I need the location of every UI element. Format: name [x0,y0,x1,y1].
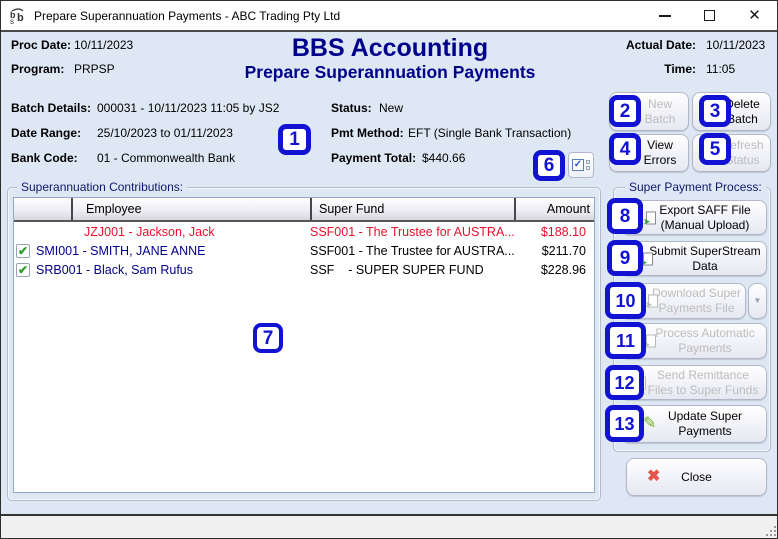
window-title: Prepare Superannuation Payments - ABC Tr… [34,8,341,23]
column-header-employee[interactable]: Employee [71,198,310,220]
annotation-badge-8: 8 [607,198,643,234]
time-value: 11:05 [706,62,736,76]
app-logo-icon: b s b [10,7,24,25]
time-label: Time: [664,62,696,76]
toggle-all-contributions-button[interactable]: ✓ [568,152,594,178]
amount-cell: $188.10 [540,224,586,239]
column-header-select[interactable] [14,198,71,220]
payment-total-value: $440.66 [422,151,466,165]
bank-code-label: Bank Code: [11,151,78,165]
maximize-button[interactable] [687,1,732,30]
annotation-badge-5: 5 [699,133,731,165]
program-value: PRPSP [74,62,115,76]
row-checkbox[interactable]: ✔ [16,262,30,277]
process-group-label: Super Payment Process: [625,180,766,194]
table-row[interactable]: ✔ SMI001 - SMITH, JANE ANNE SSF001 - The… [14,241,594,260]
table-row[interactable]: JZJ001 - Jackson, Jack SSF001 - The Trus… [14,222,594,241]
annotation-badge-12: 12 [605,365,644,400]
status-value: New [379,101,404,115]
row-checkbox[interactable]: ✔ [16,243,30,258]
download-file-icon: ➤ [645,294,658,309]
annotation-badge-10: 10 [605,282,646,319]
employee-cell: SRB001 - Black, Sam Rufus [36,262,194,277]
proc-date-label: Proc Date: [11,38,72,52]
amount-cell: $211.70 [541,243,586,258]
checkbox-icon: ✓ [572,159,584,171]
maximize-icon [704,10,715,21]
resize-grip[interactable] [766,526,776,536]
batch-details-value: 000031 - 10/11/2023 11:05 by JS2 [97,101,280,115]
submit-data-icon: ➤ [640,252,653,267]
process-payments-icon: ➤ [643,334,656,349]
annotation-badge-2: 2 [609,95,641,127]
chevron-down-icon: ▼ [753,296,762,305]
minimize-icon [658,14,671,17]
actual-date-value: 10/11/2023 [706,38,766,52]
download-options-dropdown-button[interactable]: ▼ [748,283,767,319]
bank-code-value: 01 - Commonwealth Bank [97,151,236,165]
pmt-method-label: Pmt Method: [331,126,404,140]
table-row[interactable]: ✔ SRB001 - Black, Sam Rufus SSF - SUPER … [14,260,594,279]
amount-cell: $228.96 [540,262,586,277]
annotation-badge-6: 6 [533,150,565,181]
annotation-badge-9: 9 [607,240,643,276]
super-fund-cell: SSF001 - The Trustee for AUSTRA... [310,243,515,258]
list-dots-icon [586,159,590,171]
grid-header: Employee Super Fund Amount [14,198,594,222]
super-fund-cell: SSF - SUPER SUPER FUND [310,262,484,277]
proc-date-value: 10/11/2023 [74,38,134,52]
close-button[interactable]: ✖ Close [626,458,767,496]
pmt-method-value: EFT (Single Bank Transaction) [408,126,572,140]
payment-total-label: Payment Total: [331,151,417,165]
annotation-badge-3: 3 [699,95,731,127]
app-window: b s b Prepare Superannuation Payments - … [0,0,778,539]
close-window-button[interactable]: ✕ [732,1,777,30]
contributions-group-label: Superannuation Contributions: [17,180,188,194]
svg-text:b: b [17,12,24,24]
batch-details-label: Batch Details: [11,101,92,115]
date-range-label: Date Range: [11,126,82,140]
minimize-button[interactable] [642,1,687,30]
annotation-badge-4: 4 [609,133,641,165]
program-label: Program: [11,62,65,76]
super-fund-cell: SSF001 - The Trustee for AUSTRA... [310,224,515,239]
annotation-badge-1: 1 [278,124,311,155]
employee-cell: SMI001 - SMITH, JANE ANNE [36,243,206,258]
actual-date-label: Actual Date: [625,38,696,52]
annotation-badge-13: 13 [605,405,644,442]
close-x-icon: ✖ [647,468,661,485]
column-header-amount[interactable]: Amount [514,198,594,220]
employee-cell: JZJ001 - Jackson, Jack [84,224,215,239]
date-range-value: 25/10/2023 to 01/11/2023 [97,126,233,140]
annotation-badge-7: 7 [253,323,283,353]
title-bar: b s b Prepare Superannuation Payments - … [1,1,777,32]
annotation-badge-11: 11 [605,322,646,359]
close-icon: ✕ [748,7,761,24]
pencil-icon: ✎ [643,415,657,432]
contributions-grid: Employee Super Fund Amount JZJ001 - Jack… [13,197,595,493]
screen-title: Prepare Superannuation Payments [244,62,536,82]
status-label: Status: [331,101,372,115]
app-title: BBS Accounting [291,34,489,62]
column-header-super-fund[interactable]: Super Fund [310,198,514,220]
status-bar [1,514,777,538]
svg-text:s: s [10,17,14,25]
export-file-icon: ➤ [643,211,656,226]
